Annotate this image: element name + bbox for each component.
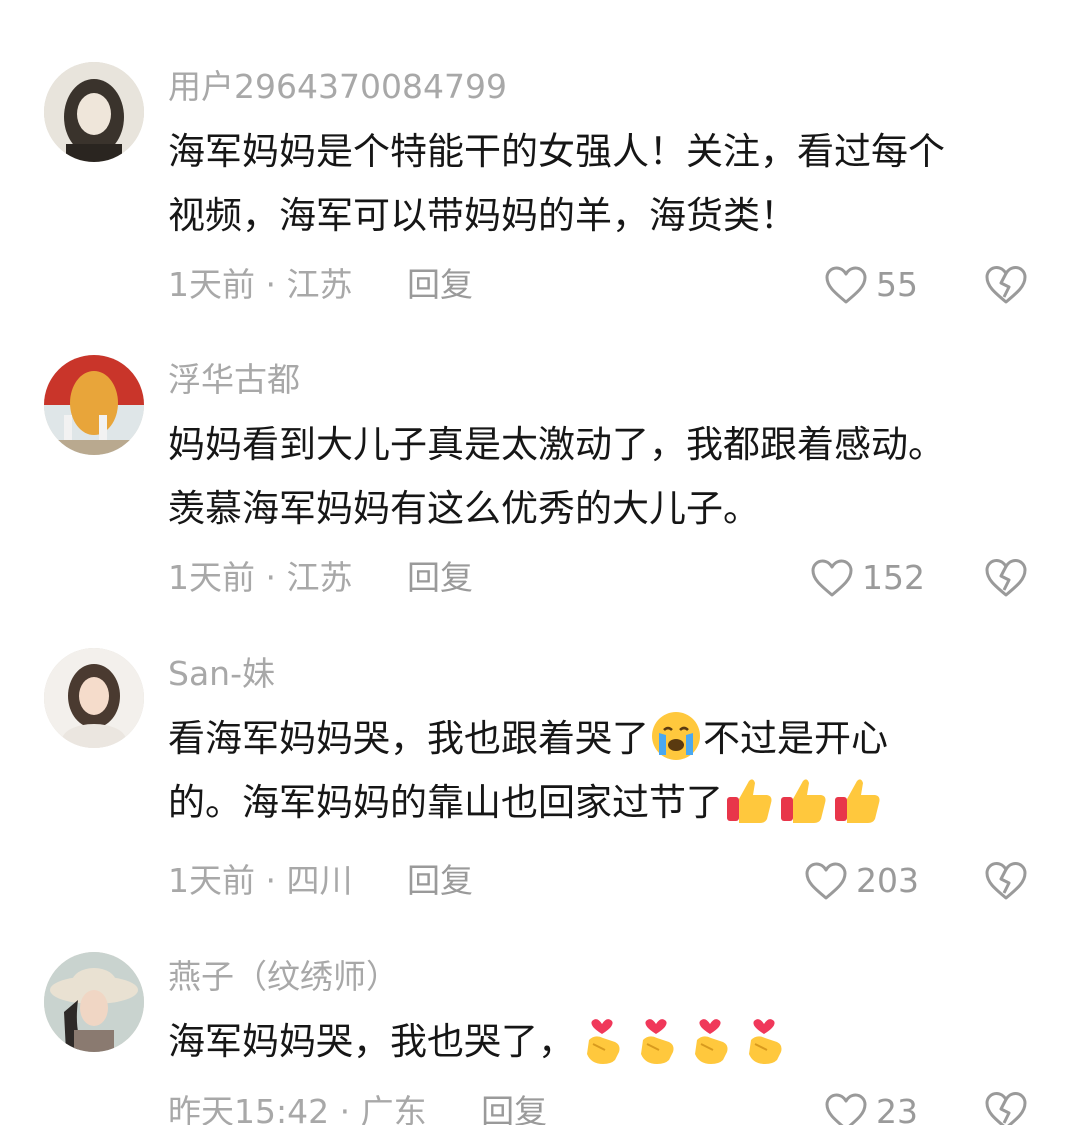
dislike-icon[interactable] xyxy=(984,1090,1028,1125)
separator: · xyxy=(265,558,277,597)
dislike-icon[interactable] xyxy=(984,557,1028,599)
avatar[interactable] xyxy=(44,648,144,748)
timestamp: 1天前 xyxy=(168,265,255,304)
thumbs-up-emoji-icon xyxy=(835,778,880,823)
username[interactable]: 燕子（纹绣师） xyxy=(168,957,399,997)
heart-icon xyxy=(805,862,847,900)
finger-heart-emoji-icon xyxy=(641,1018,674,1064)
finger-heart-emoji-icon xyxy=(695,1018,728,1064)
comment-meta: 1天前 · 江苏 回复 xyxy=(168,265,473,305)
comment-text: 海军妈妈是个特能干的女强人！关注，看过每个 视频，海军可以带妈妈的羊，海货类！ xyxy=(168,120,1038,248)
reply-button[interactable]: 回复 xyxy=(481,1092,547,1125)
comment-text: 看海军妈妈哭，我也跟着哭了 不过是开心 的。海军妈妈的靠山也回家过节了 xyxy=(168,707,1038,835)
comment-line: 海军妈妈哭，我也哭了， xyxy=(168,1010,1038,1074)
location: 四川 xyxy=(286,861,353,900)
timestamp: 1天前 xyxy=(168,861,255,900)
separator: · xyxy=(339,1092,351,1125)
username[interactable]: 用户2964370084799 xyxy=(168,67,507,107)
avatar[interactable] xyxy=(44,62,144,162)
reply-button[interactable]: 回复 xyxy=(407,265,473,304)
comment-meta: 1天前 · 江苏 回复 xyxy=(168,558,473,598)
comment-text: 妈妈看到大儿子真是太激动了，我都跟着感动。 羡慕海军妈妈有这么优秀的大儿子。 xyxy=(168,413,1038,541)
like-count: 152 xyxy=(862,558,925,597)
heart-icon xyxy=(825,266,867,304)
thumbs-up-emoji-icon xyxy=(727,778,772,823)
reply-button[interactable]: 回复 xyxy=(407,861,473,900)
comment-text-segment: 海军妈妈哭，我也哭了， xyxy=(168,1020,575,1063)
crying-face-emoji-icon xyxy=(652,711,700,760)
like-button[interactable]: 55 xyxy=(824,265,918,305)
comment-line: 视频，海军可以带妈妈的羊，海货类！ xyxy=(168,194,797,237)
like-button[interactable]: 23 xyxy=(824,1092,918,1125)
comment-line: 羡慕海军妈妈有这么优秀的大儿子。 xyxy=(168,487,760,530)
avatar-image xyxy=(44,62,144,162)
dislike-icon[interactable] xyxy=(984,860,1028,902)
dislike-icon[interactable] xyxy=(984,264,1028,306)
like-count: 55 xyxy=(876,265,918,304)
comment-text-segment: 看海军妈妈哭，我也跟着哭了 xyxy=(168,717,649,760)
location: 江苏 xyxy=(286,265,353,304)
avatar[interactable] xyxy=(44,355,144,455)
comment-text-segment: 不过是开心 xyxy=(703,717,888,760)
timestamp: 1天前 xyxy=(168,558,255,597)
comment-line: 海军妈妈是个特能干的女强人！关注，看过每个 xyxy=(168,130,945,173)
avatar-image xyxy=(44,952,144,1052)
separator: · xyxy=(265,265,277,304)
avatar-image xyxy=(44,355,144,455)
separator: · xyxy=(265,861,277,900)
like-button[interactable]: 203 xyxy=(804,861,919,901)
comment-text-segment: 的。海军妈妈的靠山也回家过节了 xyxy=(168,781,723,824)
like-button[interactable]: 152 xyxy=(810,558,925,598)
heart-icon xyxy=(825,1093,867,1125)
thumbs-up-emoji-icon xyxy=(781,778,826,823)
reply-button[interactable]: 回复 xyxy=(407,558,473,597)
comment-line: 妈妈看到大儿子真是太激动了，我都跟着感动。 xyxy=(168,423,945,466)
username[interactable]: San-妹 xyxy=(168,654,275,694)
finger-heart-emoji-icon xyxy=(587,1018,620,1064)
like-count: 23 xyxy=(876,1092,918,1125)
like-count: 203 xyxy=(856,861,919,900)
location: 广东 xyxy=(360,1092,427,1125)
heart-icon xyxy=(811,559,853,597)
avatar[interactable] xyxy=(44,952,144,1052)
comment-line: 看海军妈妈哭，我也跟着哭了 不过是开心 xyxy=(168,707,1038,771)
location: 江苏 xyxy=(286,558,353,597)
comment-meta: 昨天15:42 · 广东 回复 xyxy=(168,1092,547,1125)
comment-line: 的。海军妈妈的靠山也回家过节了 xyxy=(168,771,1038,835)
comment-text: 海军妈妈哭，我也哭了， xyxy=(168,1010,1038,1074)
finger-heart-emoji-icon xyxy=(749,1018,782,1064)
timestamp: 昨天15:42 xyxy=(168,1092,330,1125)
avatar-image xyxy=(44,648,144,748)
comment-meta: 1天前 · 四川 回复 xyxy=(168,861,473,901)
username[interactable]: 浮华古都 xyxy=(168,360,300,400)
